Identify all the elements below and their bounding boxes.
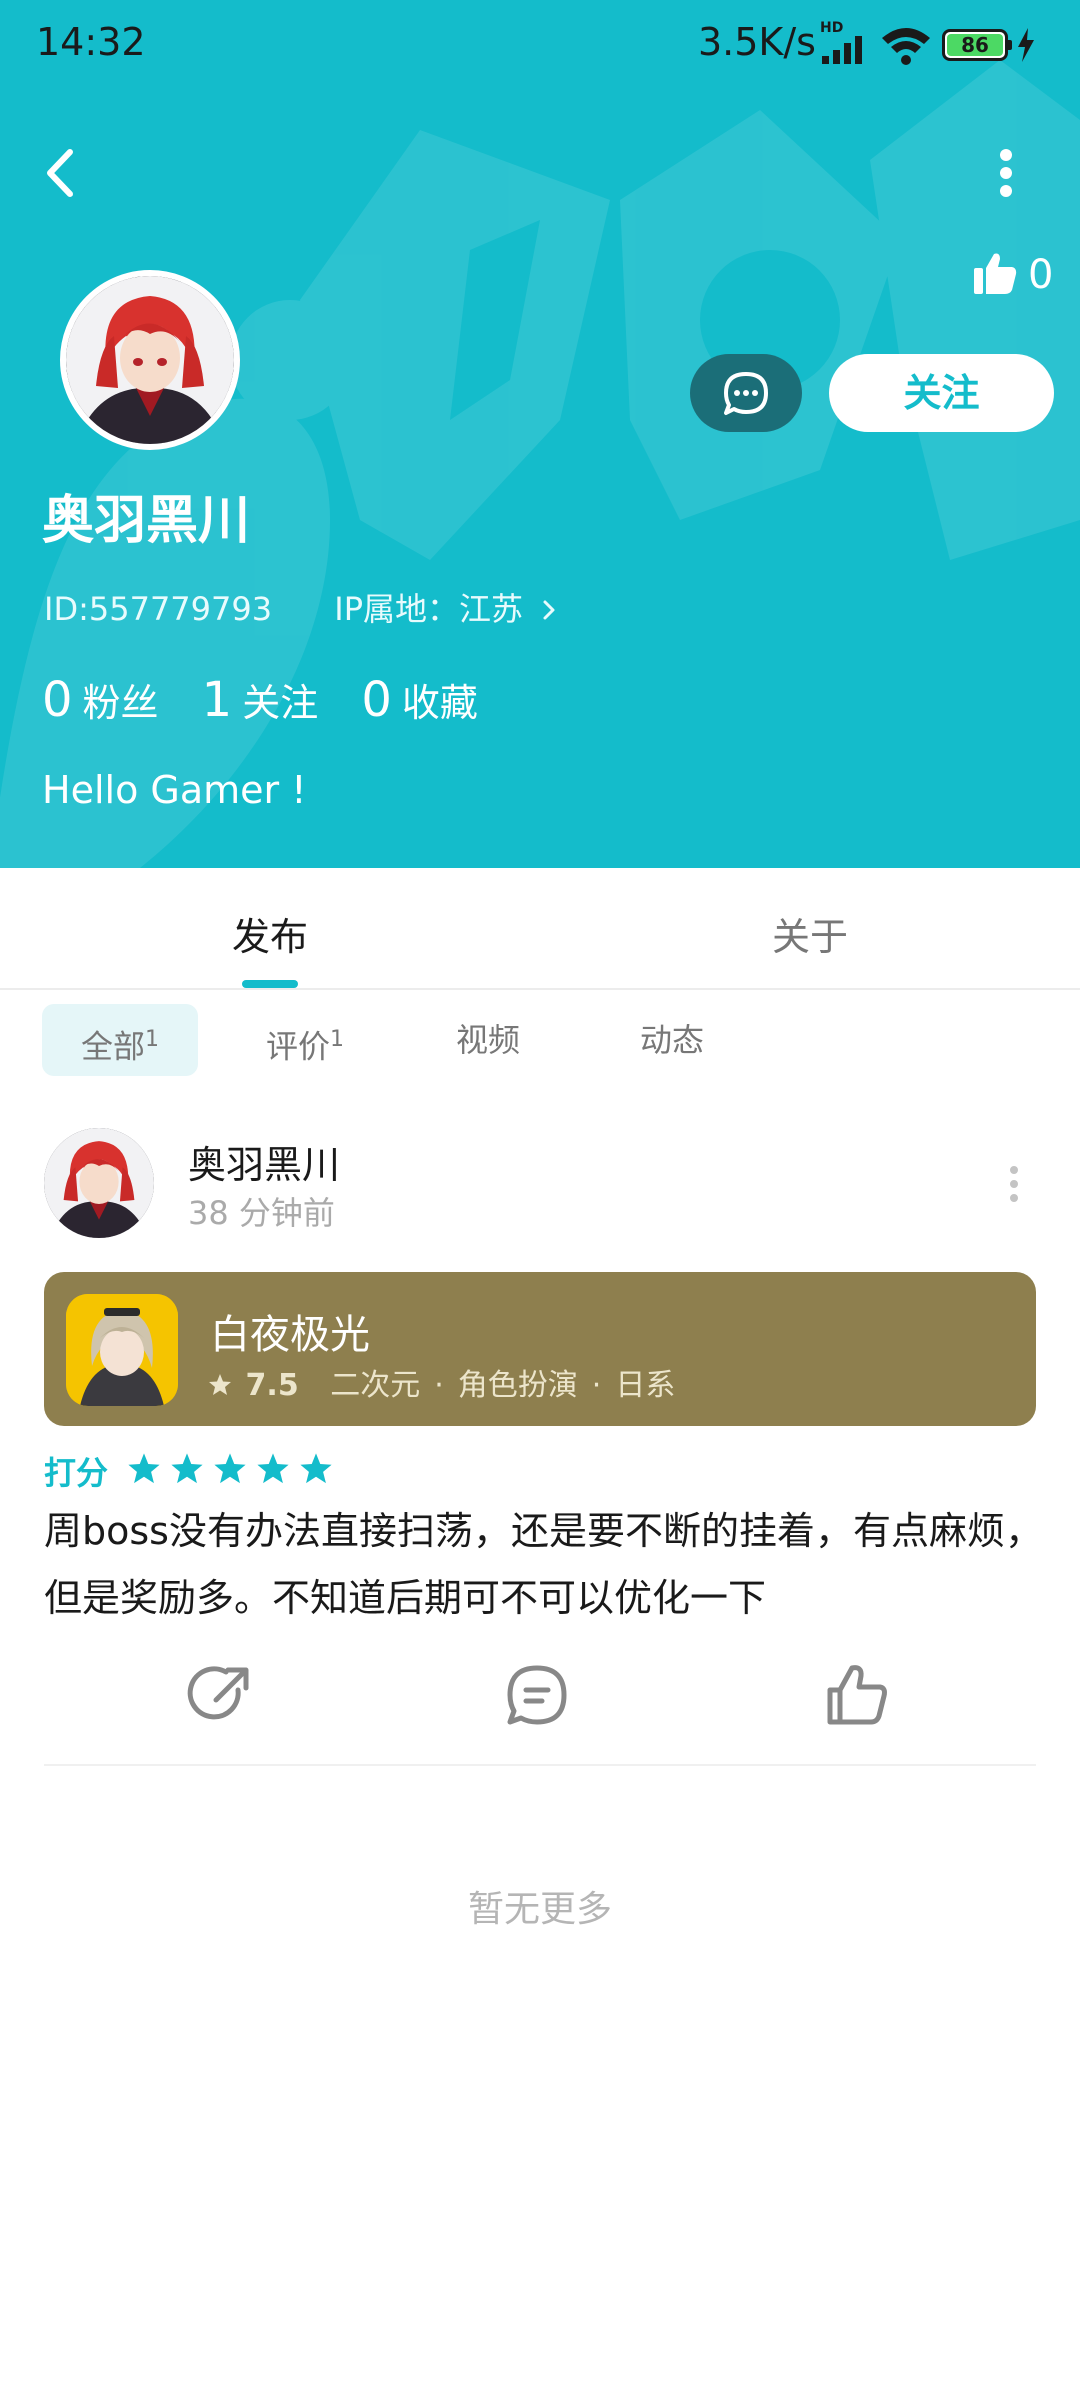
status-time: 14:32 bbox=[36, 20, 146, 64]
filter-video[interactable]: 视频 bbox=[440, 1004, 536, 1076]
game-tag: 二次元 bbox=[330, 1368, 421, 1403]
rating-stars bbox=[127, 1452, 337, 1490]
anime-avatar-image bbox=[66, 276, 234, 444]
user-bio: Hello Gamer ! bbox=[42, 768, 307, 812]
star-icon bbox=[128, 1453, 160, 1484]
message-button[interactable] bbox=[690, 354, 802, 432]
profile-like-counter[interactable]: 0 bbox=[972, 250, 1062, 304]
chevron-left-icon bbox=[47, 149, 73, 197]
share-icon bbox=[187, 1666, 249, 1720]
filter-moment[interactable]: 动态 bbox=[624, 1004, 720, 1076]
anime-avatar-image bbox=[44, 1128, 154, 1238]
tab-publish[interactable]: 发布 bbox=[232, 906, 308, 961]
status-bar: 14:32 3.5K/s HD 86 bbox=[0, 0, 1080, 90]
stat-following[interactable]: 1 关注 bbox=[202, 672, 319, 728]
network-speed: 3.5K/s bbox=[698, 20, 816, 64]
battery-level: 86 bbox=[961, 33, 989, 57]
game-score: 7.5 bbox=[245, 1368, 299, 1403]
more-vertical-icon bbox=[1000, 149, 1012, 197]
profile-tabs: 发布 关于 bbox=[0, 868, 1080, 990]
tab-about[interactable]: 关于 bbox=[772, 906, 848, 961]
game-tag: 角色扮演 bbox=[457, 1368, 578, 1403]
like-button[interactable] bbox=[822, 1660, 892, 1730]
profile-like-count: 0 bbox=[1028, 252, 1054, 298]
stat-label: 收藏 bbox=[401, 681, 478, 725]
stat-number: 0 bbox=[42, 672, 73, 728]
game-icon bbox=[66, 1294, 178, 1406]
post-content[interactable]: 周boss没有办法直接扫荡，还是要不断的挂着，有点麻烦，但是奖励多。不知道后期可… bbox=[44, 1498, 1044, 1632]
stat-number: 1 bbox=[201, 672, 233, 728]
filter-label: 评价 bbox=[265, 1027, 330, 1066]
rating-label: 打分 bbox=[44, 1454, 109, 1492]
filter-review[interactable]: 评价1 bbox=[240, 1004, 370, 1076]
filter-chips: 全部1 评价1 视频 动态 bbox=[0, 1004, 1080, 1080]
profile-header: 14:32 3.5K/s HD 86 0 关注 奥羽黑川 ID:55777979… bbox=[0, 0, 1080, 868]
thumbs-up-icon bbox=[974, 253, 1017, 294]
stat-favorites[interactable]: 0 收藏 bbox=[361, 672, 478, 728]
game-meta: 7.5 二次元 · 角色扮演 · 日系 bbox=[208, 1360, 675, 1404]
stat-label: 关注 bbox=[242, 681, 319, 725]
user-stats: 0 粉丝 1 关注 0 收藏 bbox=[42, 672, 516, 728]
star-icon bbox=[300, 1453, 333, 1484]
follow-button[interactable]: 关注 bbox=[829, 354, 1054, 432]
star-icon bbox=[171, 1453, 203, 1484]
star-icon bbox=[214, 1453, 246, 1484]
game-character-image bbox=[66, 1294, 178, 1406]
ip-location-link[interactable]: IP属地：江苏 bbox=[334, 590, 559, 628]
post-author-avatar[interactable] bbox=[44, 1128, 154, 1238]
user-avatar[interactable] bbox=[60, 270, 240, 450]
stat-label: 粉丝 bbox=[82, 681, 159, 725]
comment-icon bbox=[507, 1665, 567, 1725]
stat-number: 0 bbox=[361, 672, 392, 728]
user-name: 奥羽黑川 bbox=[42, 491, 251, 551]
share-button[interactable] bbox=[186, 1660, 256, 1730]
charging-icon bbox=[1018, 28, 1034, 62]
post-author-name[interactable]: 奥羽黑川 bbox=[188, 1134, 340, 1189]
thumbs-up-icon bbox=[827, 1665, 887, 1725]
post-timestamp: 38 分钟前 bbox=[188, 1194, 335, 1232]
ip-location: IP属地：江苏 bbox=[334, 590, 524, 628]
filter-count: 1 bbox=[145, 1027, 159, 1052]
battery-icon: 86 bbox=[942, 29, 1012, 61]
post-divider bbox=[44, 1764, 1036, 1766]
filter-all[interactable]: 全部1 bbox=[42, 1004, 198, 1076]
chevron-right-icon bbox=[543, 600, 555, 620]
back-button[interactable] bbox=[30, 138, 90, 208]
comment-button[interactable] bbox=[502, 1660, 572, 1730]
tag-separator: · bbox=[591, 1368, 602, 1403]
star-icon bbox=[209, 1374, 231, 1395]
star-icon bbox=[257, 1453, 289, 1484]
stat-followers[interactable]: 0 粉丝 bbox=[42, 672, 159, 728]
filter-count: 1 bbox=[330, 1027, 344, 1052]
more-vertical-icon bbox=[1010, 1166, 1018, 1202]
chat-bubble-icon bbox=[724, 372, 768, 415]
post-actions bbox=[0, 1660, 1080, 1730]
signal-icon bbox=[822, 36, 862, 64]
game-tag: 日系 bbox=[615, 1368, 676, 1403]
tag-separator: · bbox=[434, 1368, 444, 1403]
filter-label: 全部 bbox=[80, 1027, 145, 1066]
game-name: 白夜极光 bbox=[210, 1312, 370, 1358]
user-meta: ID:557779793 IP属地：江苏 bbox=[44, 584, 559, 630]
end-of-list-label: 暂无更多 bbox=[467, 1889, 612, 1930]
user-id: ID:557779793 bbox=[44, 590, 273, 628]
wifi-icon bbox=[882, 28, 930, 65]
rating-row: 打分 bbox=[44, 1448, 337, 1492]
post-more-button[interactable] bbox=[1000, 1162, 1028, 1206]
tab-active-indicator bbox=[242, 980, 298, 988]
more-options-button[interactable] bbox=[980, 138, 1032, 208]
game-card[interactable]: 白夜极光 7.5 二次元 · 角色扮演 · 日系 bbox=[44, 1272, 1036, 1426]
